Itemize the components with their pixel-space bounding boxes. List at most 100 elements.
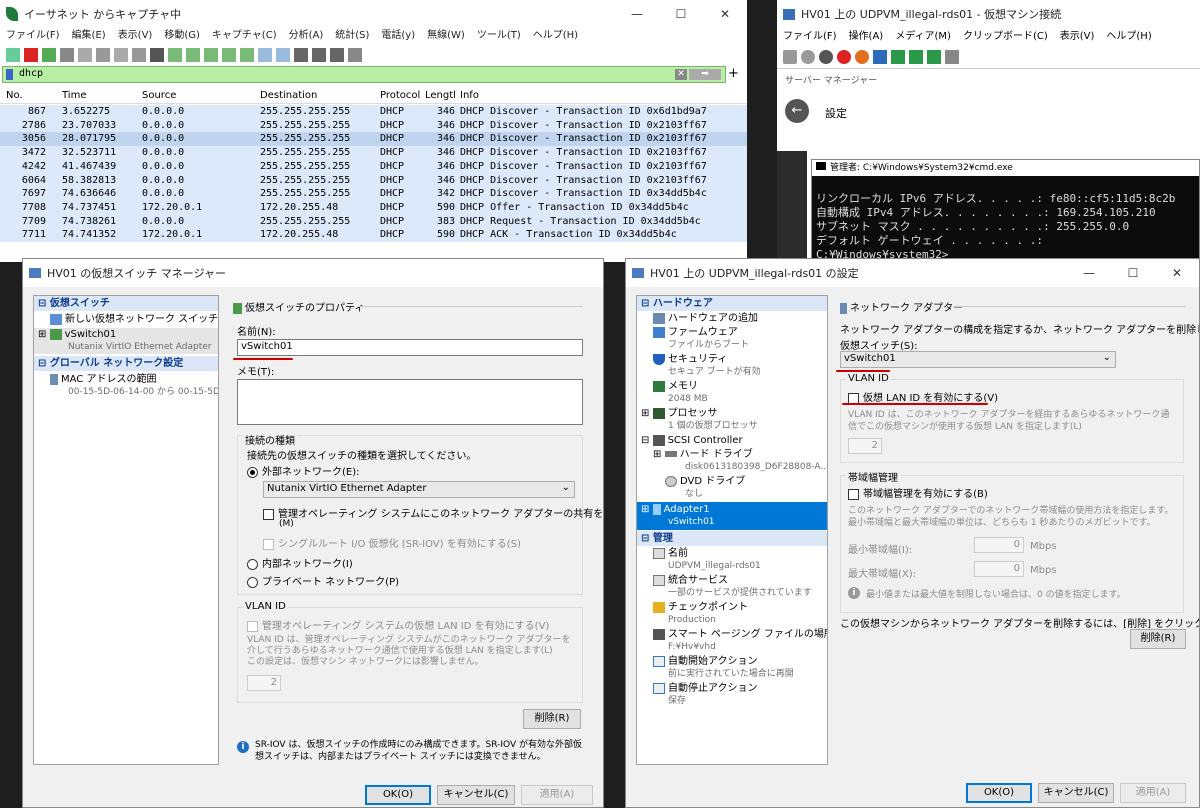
packet-row[interactable]: 3472 32.523711 0.0.0.0 255.255.255.255 DHCP 3…: [0, 146, 747, 161]
minimize-button[interactable]: —: [615, 7, 659, 21]
vm-menu-help[interactable]: ヘルプ(H): [1100, 28, 1157, 46]
cancel-button[interactable]: キャンセル(C): [437, 785, 515, 805]
menu-analyze[interactable]: 分析(A): [283, 28, 330, 44]
vswitch-section[interactable]: ⊟ 仮想スイッチ: [34, 296, 218, 311]
vm-menu-action[interactable]: 操作(A): [843, 28, 890, 46]
hw-hard-drive[interactable]: ⊞ ハード ドライブ: [637, 448, 827, 461]
bandwidth-checkbox[interactable]: 帯域幅管理を有効にする(B): [848, 485, 988, 500]
filter-text[interactable]: dhcp: [19, 68, 43, 79]
vm-menu-view[interactable]: 表示(V): [1054, 28, 1101, 46]
start-icon[interactable]: [801, 50, 815, 64]
hw-security[interactable]: セキュリティ: [637, 353, 827, 366]
menu-view[interactable]: 表示(V): [112, 28, 159, 44]
close-file-icon[interactable]: [114, 48, 128, 62]
resize-columns-icon[interactable]: [348, 48, 362, 62]
menu-telephony[interactable]: 電話(y): [375, 28, 421, 44]
col-protocol[interactable]: Protocol: [380, 88, 420, 104]
display-filter-bar[interactable]: dhcp ✕ ➡: [2, 66, 726, 83]
menu-edit[interactable]: 編集(E): [66, 28, 112, 44]
packet-row[interactable]: 867 3.652275 0.0.0.0 255.255.255.255 DHCP 346…: [0, 105, 747, 119]
packet-row[interactable]: 4242 41.467439 0.0.0.0 255.255.255.255 DHCP 3…: [0, 159, 747, 174]
allow-mgmt-box[interactable]: [263, 508, 274, 520]
col-source[interactable]: Source: [142, 88, 176, 104]
ctrl-alt-del-icon[interactable]: [783, 50, 797, 64]
ok-button[interactable]: OK(O): [966, 783, 1032, 803]
mgmt-auto-stop[interactable]: 自動停止アクション: [637, 682, 827, 695]
col-info[interactable]: Info: [460, 88, 479, 104]
mgmt-auto-start[interactable]: 自動開始アクション: [637, 655, 827, 668]
vmsettings-minimize-button[interactable]: —: [1067, 266, 1111, 280]
apply-filter-icon[interactable]: ➡: [689, 69, 721, 80]
internal-radio[interactable]: 内部ネットワーク(I): [247, 555, 353, 570]
packet-row[interactable]: 3056 28.071795 0.0.0.0 255.255.255.255 DHCP 3…: [0, 132, 747, 147]
restart-capture-icon[interactable]: [42, 48, 56, 62]
menu-tools[interactable]: ツール(T): [471, 28, 527, 44]
internal-radio-dot[interactable]: [247, 558, 258, 570]
management-section[interactable]: ⊟ 管理: [637, 531, 827, 546]
menu-go[interactable]: 移動(G): [158, 28, 206, 44]
remove-adapter-button[interactable]: 削除(R): [1130, 629, 1186, 649]
clear-filter-icon[interactable]: ✕: [675, 69, 687, 80]
checkpoint-icon[interactable]: [909, 50, 923, 64]
global-section[interactable]: ⊟ グローバル ネットワーク設定: [34, 356, 218, 371]
vm-menu-media[interactable]: メディア(M): [889, 28, 957, 46]
vmsettings-close-button[interactable]: ✕: [1155, 266, 1199, 280]
hw-memory[interactable]: メモリ: [637, 380, 827, 393]
col-no[interactable]: No.: [6, 88, 23, 104]
cancel-button[interactable]: キャンセル(C): [1038, 783, 1114, 803]
zoom-out-icon[interactable]: [312, 48, 326, 62]
enhanced-session-icon[interactable]: [945, 50, 959, 64]
packet-row[interactable]: 7697 74.636646 0.0.0.0 255.255.255.255 DHCP 3…: [0, 187, 747, 202]
memo-input[interactable]: [237, 379, 583, 425]
vm-menu-clipboard[interactable]: クリップボード(C): [957, 28, 1054, 46]
vswitch-select[interactable]: vSwitch01 ⌄: [840, 351, 1116, 368]
shutdown-icon[interactable]: [837, 50, 851, 64]
vlan-box[interactable]: [848, 392, 859, 404]
bandwidth-box[interactable]: [848, 488, 859, 500]
close-button[interactable]: ✕: [703, 7, 747, 21]
external-radio[interactable]: 外部ネットワーク(E):: [247, 463, 360, 478]
back-arrow-button[interactable]: ←: [785, 99, 809, 123]
hw-dvd[interactable]: DVD ドライブ: [637, 475, 827, 488]
col-destination[interactable]: Destination: [260, 88, 317, 104]
private-radio-dot[interactable]: [247, 576, 258, 588]
adapter-select[interactable]: Nutanix VirtIO Ethernet Adapter ⌄: [263, 481, 575, 498]
mgmt-integration[interactable]: 統合サービス: [637, 574, 827, 587]
menu-help[interactable]: ヘルプ(H): [527, 28, 584, 44]
menu-capture[interactable]: キャプチャ(C): [206, 28, 283, 44]
allow-mgmt-checkbox[interactable]: 管理オペレーティング システムにこのネットワーク アダプターの共有を許可する: [263, 505, 603, 520]
go-to-packet-icon[interactable]: [204, 48, 218, 62]
save-state-icon[interactable]: [855, 50, 869, 64]
name-input[interactable]: vSwitch01: [237, 339, 583, 356]
mgmt-smart-paging[interactable]: スマート ページング ファイルの場所: [637, 628, 827, 641]
vm-menu-file[interactable]: ファイル(F): [777, 28, 843, 46]
col-time[interactable]: Time: [62, 88, 86, 104]
zoom-in-icon[interactable]: [294, 48, 308, 62]
shark-fin-start-icon[interactable]: [6, 48, 20, 62]
col-length[interactable]: Lengtl: [425, 88, 456, 104]
menu-file[interactable]: ファイル(F): [0, 28, 66, 44]
find-icon[interactable]: [150, 48, 164, 62]
hw-scsi[interactable]: ⊟ SCSI Controller: [637, 434, 827, 447]
menu-statistics[interactable]: 統計(S): [329, 28, 375, 44]
hw-adapter1[interactable]: ⊞ Adapter1 vSwitch01: [637, 502, 827, 530]
first-packet-icon[interactable]: [222, 48, 236, 62]
bookmark-icon[interactable]: [6, 69, 13, 80]
maximize-button[interactable]: ☐: [659, 7, 703, 21]
open-file-icon[interactable]: [78, 48, 92, 62]
pause-icon[interactable]: [873, 50, 887, 64]
turn-off-icon[interactable]: [819, 50, 833, 64]
reload-icon[interactable]: [132, 48, 146, 62]
go-forward-icon[interactable]: [186, 48, 200, 62]
guest-screen[interactable]: サーバー マネージャー ← 設定 管理者: C:¥Windows¥System3…: [777, 68, 1200, 262]
revert-icon[interactable]: [927, 50, 941, 64]
packet-row[interactable]: 7711 74.741352 172.20.0.1 172.20.255.48 DHCP…: [0, 228, 747, 243]
stop-capture-icon[interactable]: [24, 48, 38, 62]
hardware-section[interactable]: ⊟ ハードウェア: [637, 296, 827, 311]
hw-firmware[interactable]: ファームウェア: [637, 326, 827, 339]
hw-processor[interactable]: ⊞ プロセッサ: [637, 407, 827, 420]
zoom-reset-icon[interactable]: [330, 48, 344, 62]
packet-row[interactable]: 7708 74.737451 172.20.0.1 172.20.255.48 DHCP…: [0, 200, 747, 215]
go-back-icon[interactable]: [168, 48, 182, 62]
colorize-icon[interactable]: [276, 48, 290, 62]
